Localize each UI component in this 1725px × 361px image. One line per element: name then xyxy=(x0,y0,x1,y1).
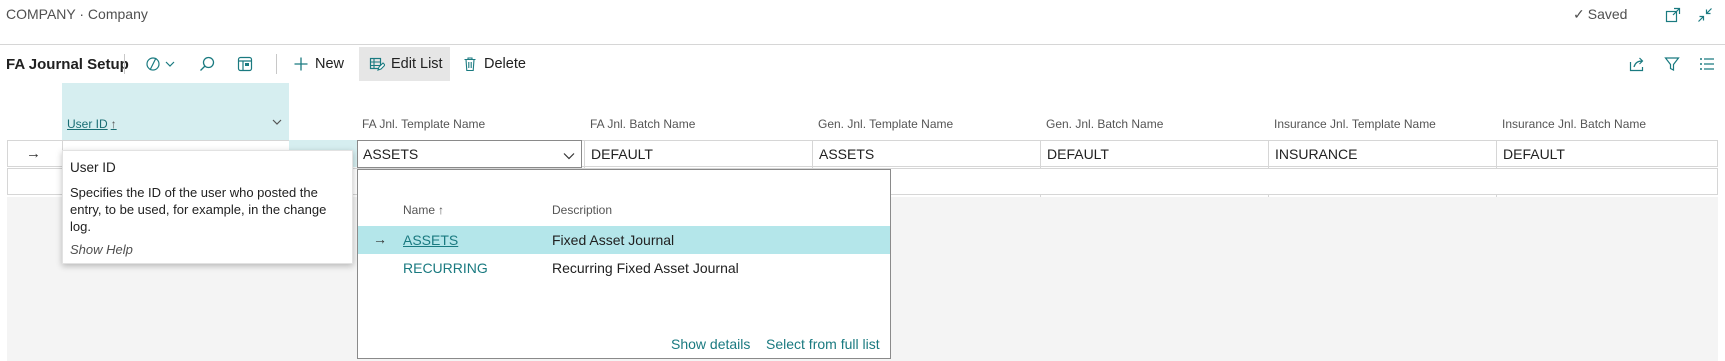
toolbar-divider xyxy=(124,54,125,74)
page-title: FA Journal Setup xyxy=(6,56,129,73)
gen-template-value[interactable]: ASSETS xyxy=(819,146,874,162)
personalize-dropdown-button[interactable] xyxy=(144,52,180,76)
search-icon[interactable] xyxy=(197,54,217,74)
trash-icon xyxy=(464,57,476,72)
lookup-header-description[interactable]: Description xyxy=(552,203,612,217)
list-view-icon[interactable] xyxy=(1697,54,1717,74)
column-header-fa-batch[interactable]: FA Jnl. Batch Name xyxy=(590,117,695,131)
new-button[interactable]: New xyxy=(293,47,353,81)
lookup-item-description[interactable]: Fixed Asset Journal xyxy=(552,232,674,248)
select-from-full-list-link[interactable]: Select from full list xyxy=(766,336,880,352)
column-header-ins-template[interactable]: Insurance Jnl. Template Name xyxy=(1274,117,1436,131)
tooltip-body: Specifies the ID of the user who posted … xyxy=(70,185,327,234)
ins-template-value[interactable]: INSURANCE xyxy=(1275,146,1357,162)
column-header-label: User ID xyxy=(67,117,108,131)
lookup-item-name[interactable]: ASSETS xyxy=(403,232,458,248)
fa-template-value[interactable]: ASSETS xyxy=(363,146,418,162)
chevron-down-icon[interactable] xyxy=(272,117,282,130)
saved-status: ✓ Saved xyxy=(1573,6,1627,23)
edit-list-button[interactable]: Edit List xyxy=(359,47,450,81)
breadcrumb: COMPANY · Company xyxy=(6,6,148,22)
selected-column-header xyxy=(62,83,289,140)
edit-list-label: Edit List xyxy=(391,56,443,72)
column-header-gen-batch[interactable]: Gen. Jnl. Batch Name xyxy=(1046,117,1163,131)
lookup-item-name[interactable]: RECURRING xyxy=(403,260,488,276)
fa-batch-value[interactable]: DEFAULT xyxy=(591,146,653,162)
toolbar-divider xyxy=(276,54,277,74)
template-lookup-dropdown: Name ↑ Description → ASSETS Fixed Asset J… xyxy=(357,169,891,359)
top-bar xyxy=(0,0,1725,45)
lookup-header-name-label: Name xyxy=(403,203,436,217)
show-help-link[interactable]: Show Help xyxy=(70,242,133,257)
column-header-fa-template[interactable]: FA Jnl. Template Name xyxy=(362,117,485,131)
arrow-up-icon: ↑ xyxy=(438,203,445,217)
arrow-up-icon: ↑ xyxy=(110,117,117,131)
share-icon[interactable] xyxy=(1627,54,1647,74)
column-header-ins-batch[interactable]: Insurance Jnl. Batch Name xyxy=(1502,117,1646,131)
delete-button[interactable]: Delete xyxy=(462,47,532,81)
ins-batch-value[interactable]: DEFAULT xyxy=(1503,146,1565,162)
plus-icon xyxy=(294,57,308,71)
column-header-user-id[interactable]: User ID ↑ xyxy=(67,117,117,131)
lookup-header-name[interactable]: Name ↑ xyxy=(403,203,444,217)
lookup-item-description[interactable]: Recurring Fixed Asset Journal xyxy=(552,260,739,276)
chevron-down-icon[interactable] xyxy=(563,148,575,164)
arrow-right-icon: → xyxy=(373,231,387,247)
column-header-gen-template[interactable]: Gen. Jnl. Template Name xyxy=(818,117,953,131)
new-label: New xyxy=(315,56,345,72)
gen-batch-value[interactable]: DEFAULT xyxy=(1047,146,1109,162)
user-id-tooltip: User ID Specifies the ID of the user who… xyxy=(62,150,353,264)
delete-label: Delete xyxy=(484,56,526,72)
show-details-link[interactable]: Show details xyxy=(671,336,750,352)
arrow-right-icon: → xyxy=(26,145,41,162)
edit-list-icon xyxy=(369,57,385,71)
layout-icon[interactable] xyxy=(235,54,255,74)
open-new-window-icon[interactable] xyxy=(1663,5,1683,25)
collapse-icon[interactable] xyxy=(1695,5,1715,25)
tooltip-title: User ID xyxy=(70,160,116,175)
saved-label: Saved xyxy=(1587,6,1628,22)
filter-icon[interactable] xyxy=(1662,54,1682,74)
check-icon: ✓ xyxy=(1573,6,1585,22)
